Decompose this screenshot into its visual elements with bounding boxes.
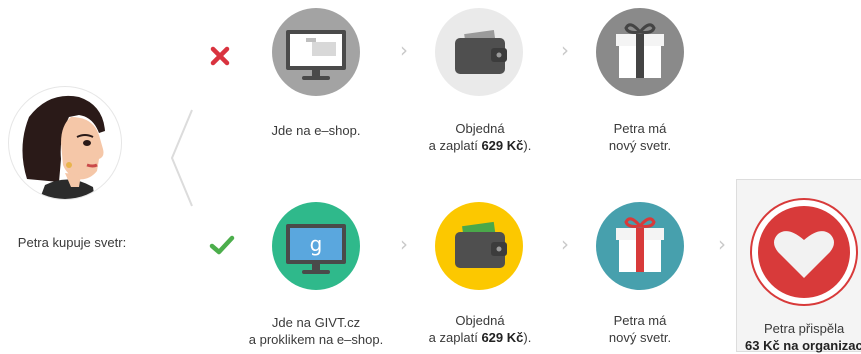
wallet-money-icon — [435, 202, 523, 290]
step-label-givt: Jde na GIVT.cz a proklikem na e–shop. — [248, 315, 384, 347]
donation-result-panel: Petra přispěla 63 Kč na organizaci — [736, 179, 861, 353]
chevron-right-icon: › — [400, 232, 408, 256]
chevron-right-icon: › — [400, 38, 408, 62]
woman-avatar-icon — [22, 95, 106, 199]
monitor-givt-icon: g — [272, 202, 360, 290]
check-mark-icon — [209, 234, 235, 256]
svg-text:g: g — [310, 232, 323, 256]
chevron-right-icon: › — [561, 38, 569, 62]
step-label-sweater-bottom: Petra má nový svetr. — [608, 313, 672, 345]
gift-icon — [596, 202, 684, 290]
monitor-eshop-icon — [272, 8, 360, 96]
step-label-sweater-top: Petra má nový svetr. — [608, 121, 672, 153]
chevron-right-icon: › — [561, 232, 569, 256]
gift-icon — [596, 8, 684, 96]
step-label-order-bottom: Objedná a zaplatí 629 Kč). — [428, 313, 532, 345]
heart-icon — [750, 198, 858, 306]
result-text: Petra přispěla 63 Kč na organizaci — [745, 321, 861, 353]
chevron-right-icon: › — [718, 232, 726, 256]
step-label-order-top: Objedná a zaplatí 629 Kč). — [428, 121, 532, 153]
step-label-eshop: Jde na e–shop. — [271, 123, 361, 138]
x-mark-icon — [209, 45, 231, 67]
avatar — [8, 86, 122, 200]
branch-bracket — [170, 109, 193, 207]
person-caption: Petra kupuje svetr: — [17, 235, 127, 250]
wallet-icon — [435, 8, 523, 96]
